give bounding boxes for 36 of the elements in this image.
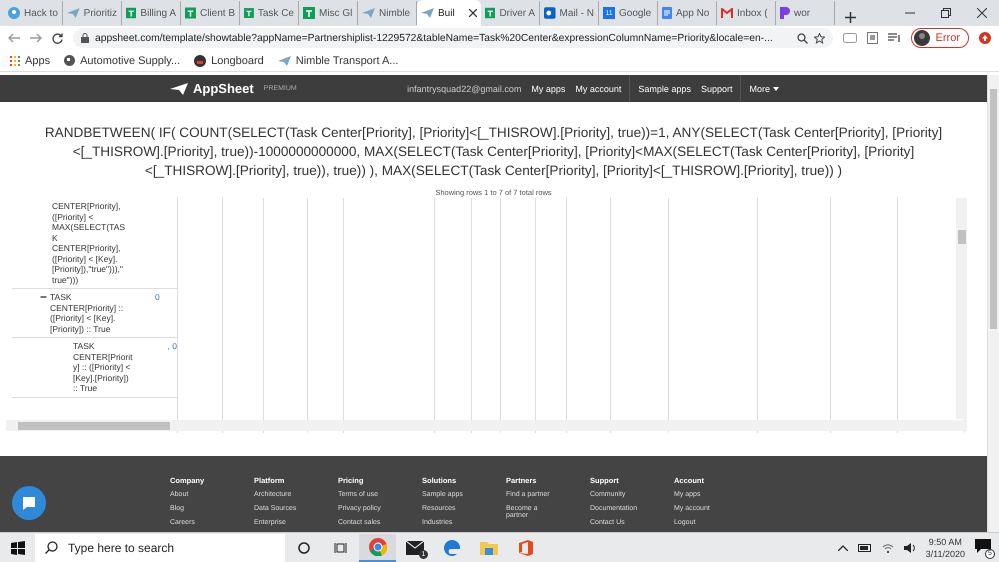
- browser-tab[interactable]: Hack to: [4, 1, 63, 25]
- clock-date[interactable]: 3/11/2020: [926, 548, 965, 560]
- more-menu[interactable]: More: [749, 84, 779, 94]
- bookmark[interactable]: Automotive Supply...: [64, 54, 180, 66]
- nav-link[interactable]: Support: [700, 84, 732, 94]
- expression-title: RANDBETWEEN( IF( COUNT(SELECT(Task Center[Priority], [Priority]<[_THISROW].[Priority], true))=1, ANY(SELECT(Task Center[Priority], [Priority]<[_THISROW].[Priority], true))-1000000000000, MAX(SELECT(Task Center[Priority], [Priority]<MAX(SELECT(Task Center[Priority], [Priority]<[_THISROW].[Priority], true)), true)) ), MAX(SELECT(Task Center[Priority], [Priority]<[_THISROW].[Priority], true)) ): [44, 124, 944, 180]
- bookmark[interactable]: Nimble Transport A...: [278, 54, 398, 66]
- browser-tab[interactable]: Misc Gl: [299, 1, 358, 25]
- browser-tab[interactable]: Mail - N: [540, 1, 599, 25]
- address-field[interactable]: appsheet.com/template/showtable?appName=Partnershiplist-1229572&tableName=Task%20Center&expressionColumnName=Priority&locale=en-...: [73, 28, 833, 48]
- browser-tab[interactable]: App No: [658, 1, 717, 25]
- collapse-toggle[interactable]: −: [40, 292, 50, 334]
- nav-link[interactable]: Sample apps: [638, 84, 691, 94]
- account-email: infantrysquad22@gmail.com: [407, 84, 522, 94]
- expression-text: CENTER[Priority], ([Priority] < MAX(SELECT(TAS K CENTER[Priority], ([Priority] < [Key]. [Priority]),"true")))," true"))): [52, 201, 126, 285]
- bookmark[interactable]: Longboard: [194, 54, 264, 66]
- bookmark[interactable]: Apps: [10, 54, 50, 66]
- browser-tab[interactable]: Prioritiz: [63, 1, 122, 25]
- result-value: , 0: [168, 341, 177, 353]
- browser-tab[interactable]: Buil: [417, 0, 481, 26]
- browser-tab[interactable]: wor: [776, 1, 835, 25]
- url-text: appsheet.com/template/showtable?appName=Partnershiplist-1229572&tableName=Task%20Center&expressionColumnName=Priority&locale=en-...: [95, 32, 774, 44]
- nav-link[interactable]: My account: [575, 84, 622, 94]
- profile-button[interactable]: Error: [910, 28, 969, 48]
- expression-text: TASK CENTER[Priorit y] :: ([Priority] < [Key].[Priority]) :: True: [73, 341, 134, 394]
- browser-tab[interactable]: Billing A: [122, 1, 181, 25]
- browser-tab[interactable]: Inbox (: [717, 1, 776, 25]
- brand-logo[interactable]: AppSheet: [170, 81, 254, 96]
- browser-tab[interactable]: Driver A: [481, 1, 540, 25]
- expression-text: TASK CENTER[Priority] :: ([Priority] < [Key]. [Priority]) :: True: [50, 292, 124, 334]
- clock-time[interactable]: 9:50 AM: [926, 536, 965, 548]
- browser-tab[interactable]: Client B: [181, 1, 240, 25]
- browser-tab[interactable]: Task Ce: [240, 1, 299, 25]
- result-value: 0: [155, 292, 160, 304]
- nav-link[interactable]: My apps: [531, 84, 566, 94]
- taskbar-search-field[interactable]: Type here to search: [35, 534, 285, 562]
